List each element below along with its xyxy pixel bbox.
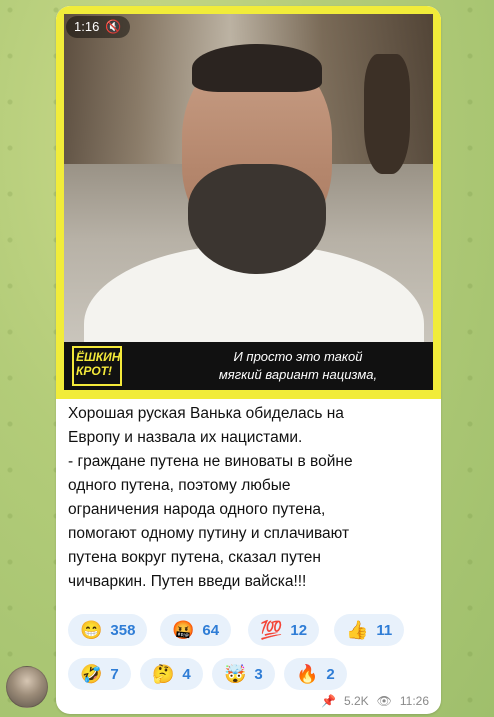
reaction-thumbs-up[interactable]: 👍 11 bbox=[334, 614, 405, 646]
reaction-count: 11 bbox=[376, 621, 393, 639]
logo-line-1: ЁШКИН bbox=[76, 350, 121, 364]
views-count: 5.2K bbox=[343, 694, 369, 708]
cursing-face-icon: 🤬 bbox=[172, 620, 195, 640]
thinking-icon: 🤔 bbox=[152, 664, 175, 684]
message-bubble: ЁШКИН КРОТ! И просто это такой мягкий ва… bbox=[56, 6, 441, 714]
person-beard bbox=[188, 164, 326, 274]
reaction-rofl[interactable]: 🤣 7 bbox=[68, 658, 131, 690]
reaction-fire[interactable]: 🔥 2 bbox=[284, 658, 347, 690]
reaction-count: 358 bbox=[110, 621, 136, 639]
video-duration-pill: 1:16 🔇 bbox=[66, 16, 130, 38]
eye-icon: 👁 bbox=[376, 694, 392, 708]
video-frame[interactable]: ЁШКИН КРОТ! И просто это такой мягкий ва… bbox=[64, 14, 433, 390]
video-media[interactable]: ЁШКИН КРОТ! И просто это такой мягкий ва… bbox=[56, 6, 441, 399]
subtitle-line-2: мягкий вариант нацизма, bbox=[218, 367, 378, 382]
message-line: одного путена, поэтому любые bbox=[68, 477, 291, 494]
message-line: ограничения народа одного путена, bbox=[68, 501, 326, 518]
hundred-icon: 💯 bbox=[260, 620, 283, 640]
message-line: - граждане путена не виноваты в войне bbox=[68, 453, 353, 470]
reaction-count: 3 bbox=[254, 665, 263, 683]
logo-line-2: КРОТ! bbox=[76, 364, 113, 378]
subtitle-line-1: И просто это такой bbox=[233, 349, 363, 364]
reaction-count: 7 bbox=[110, 665, 119, 683]
reaction-exploding-head[interactable]: 🤯 3 bbox=[212, 658, 275, 690]
channel-logo: ЁШКИН КРОТ! bbox=[72, 346, 122, 386]
pin-icon: 📌 bbox=[320, 694, 336, 708]
vase bbox=[364, 54, 410, 174]
message-line: путена вокруг путена, сказал путен bbox=[68, 549, 321, 566]
reaction-cursing-face[interactable]: 🤬 64 bbox=[160, 614, 232, 646]
thumbs-up-icon: 👍 bbox=[346, 620, 369, 640]
rofl-icon: 🤣 bbox=[80, 664, 103, 684]
reaction-count: 64 bbox=[202, 621, 220, 639]
reaction-thinking[interactable]: 🤔 4 bbox=[140, 658, 203, 690]
muted-speaker-icon[interactable]: 🔇 bbox=[105, 16, 121, 38]
message-text: Хорошая руская Ванька обиделась на Европ… bbox=[68, 402, 428, 594]
video-duration: 1:16 bbox=[74, 19, 100, 34]
video-subtitle: ЁШКИН КРОТ! И просто это такой мягкий ва… bbox=[64, 342, 433, 390]
message-meta: 📌 5.2K 👁 11:26 bbox=[321, 694, 429, 708]
person-hair bbox=[192, 44, 322, 92]
reaction-count: 12 bbox=[290, 621, 308, 639]
grinning-icon: 😁 bbox=[80, 620, 103, 640]
reaction-count: 4 bbox=[182, 665, 191, 683]
message-line: чичваркин. Путен введи вайска!!! bbox=[68, 573, 307, 590]
reaction-count: 2 bbox=[326, 665, 335, 683]
message-line: Европу и назвала их нацистами. bbox=[68, 429, 303, 446]
message-line: помогают одному путину и сплачивают bbox=[68, 525, 350, 542]
reaction-grinning[interactable]: 😁 358 bbox=[68, 614, 148, 646]
message-time: 11:26 bbox=[399, 694, 429, 708]
exploding-head-icon: 🤯 bbox=[224, 664, 247, 684]
fire-icon: 🔥 bbox=[296, 664, 319, 684]
sender-avatar[interactable] bbox=[6, 666, 48, 708]
message-line: Хорошая руская Ванька обиделась на bbox=[68, 405, 344, 422]
reaction-hundred[interactable]: 💯 12 bbox=[248, 614, 320, 646]
